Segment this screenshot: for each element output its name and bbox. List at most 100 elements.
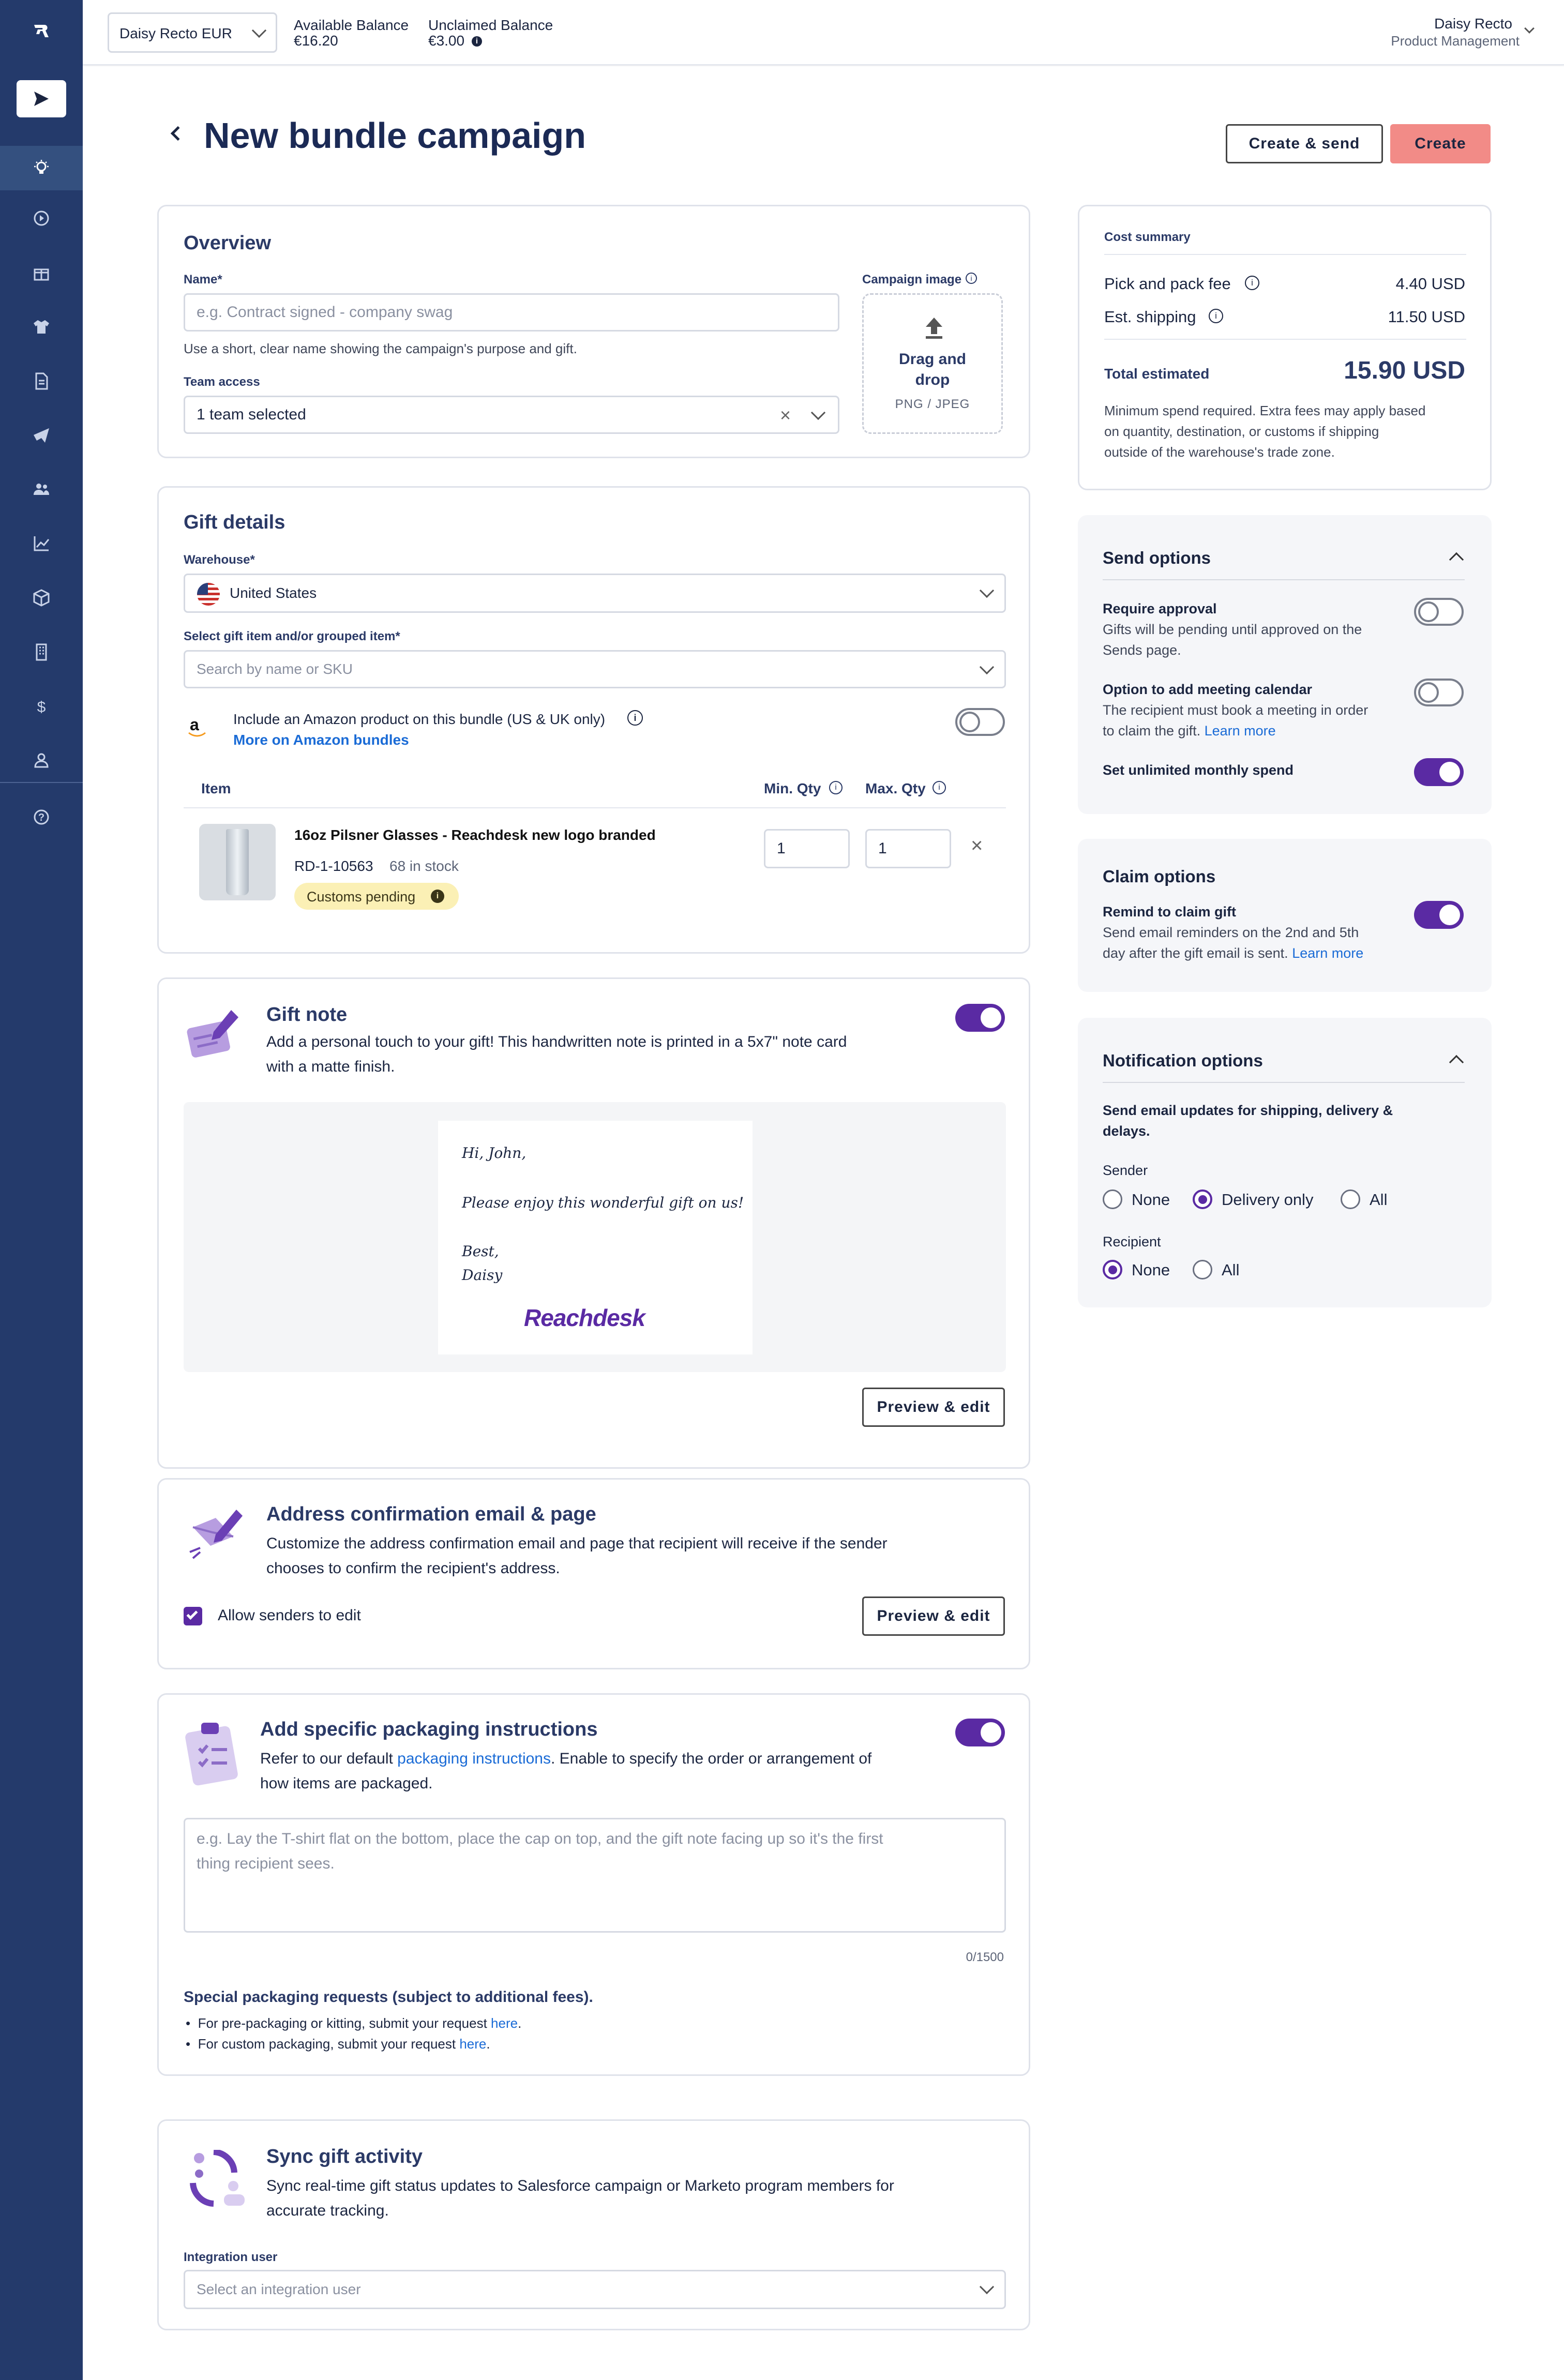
sidebar: $ ? — [0, 0, 83, 2380]
allow-edit-checkbox[interactable] — [184, 1607, 202, 1625]
create-button[interactable]: Create — [1390, 124, 1491, 163]
learn-more-link[interactable]: Learn more — [1292, 945, 1363, 961]
info-icon[interactable]: i — [933, 781, 946, 794]
item-sku: RD-1-10563 — [294, 858, 373, 874]
recipient-none-radio[interactable] — [1103, 1260, 1122, 1279]
clear-icon[interactable]: × — [780, 404, 791, 426]
sidebar-item-budget[interactable]: $ — [26, 691, 57, 722]
sender-none-radio[interactable] — [1103, 1189, 1122, 1209]
divider — [1103, 1082, 1465, 1083]
user-name[interactable]: Daisy Recto — [1434, 16, 1512, 32]
chart-line-icon — [34, 536, 50, 551]
integration-user-select[interactable]: Select an integration user — [184, 2270, 1006, 2309]
us-flag-icon — [197, 583, 220, 606]
amazon-text: Include an Amazon product on this bundle… — [233, 711, 606, 727]
reachdesk-logo-icon[interactable] — [26, 16, 57, 47]
packaging-toggle[interactable] — [955, 1719, 1005, 1746]
sidebar-item-help[interactable]: ? — [26, 802, 57, 833]
gift-note-toggle[interactable] — [955, 1004, 1005, 1032]
sidebar-item-play[interactable] — [26, 203, 57, 234]
require-approval-toggle[interactable] — [1414, 598, 1464, 626]
amazon-toggle[interactable] — [955, 708, 1005, 736]
meeting-calendar-toggle[interactable] — [1414, 679, 1464, 706]
require-approval-desc-2: Sends page. — [1103, 642, 1181, 658]
sidebar-item-account[interactable] — [26, 745, 57, 776]
custom-packaging-here-link[interactable]: here — [459, 2036, 486, 2052]
recipient-all-radio[interactable] — [1193, 1260, 1212, 1279]
max-qty-input[interactable]: 1 — [865, 829, 951, 868]
info-icon[interactable]: i — [627, 710, 643, 726]
sidebar-item-inventory[interactable] — [26, 582, 57, 613]
sidebar-item-swag[interactable] — [26, 311, 57, 342]
require-approval-desc-1: Gifts will be pending until approved on … — [1103, 622, 1362, 637]
bullet-prepackaging: • For pre-packaging or kitting, submit y… — [186, 2015, 522, 2031]
learn-more-link[interactable]: Learn more — [1205, 723, 1276, 739]
campaign-image-dropzone[interactable]: Drag and drop PNG / JPEG — [862, 293, 1003, 434]
info-icon[interactable]: i — [829, 781, 843, 794]
warehouse-label: Warehouse* — [184, 553, 255, 567]
address-preview-button[interactable]: Preview & edit — [862, 1596, 1005, 1636]
building-icon — [36, 643, 47, 661]
remove-item-icon[interactable]: × — [971, 834, 983, 857]
sidebar-item-sends[interactable] — [26, 420, 57, 451]
info-icon[interactable]: i — [472, 36, 482, 47]
notification-options-title: Notification options — [1103, 1051, 1263, 1070]
overview-card: Overview Name* e.g. Contract signed - co… — [157, 205, 1030, 458]
account-select[interactable]: Daisy Recto EUR — [108, 12, 277, 53]
team-access-value: 1 team selected — [197, 406, 306, 423]
remind-claim-title: Remind to claim gift — [1103, 904, 1237, 920]
remind-claim-toggle[interactable] — [1414, 901, 1464, 929]
sender-all-label: All — [1370, 1191, 1388, 1209]
recipient-all-label: All — [1222, 1261, 1240, 1279]
unclaimed-balance-label: Unclaimed Balance — [428, 17, 553, 33]
recipient-label: Recipient — [1103, 1234, 1161, 1249]
packaging-card: Add specific packaging instructions Refe… — [157, 1693, 1030, 2076]
user-menu-chevron-icon[interactable] — [1524, 23, 1535, 34]
collapse-chevron-icon[interactable] — [1449, 552, 1464, 567]
sender-label: Sender — [1103, 1163, 1148, 1178]
sidebar-item-documents[interactable] — [26, 366, 57, 397]
warehouse-select[interactable]: United States — [184, 574, 1006, 613]
name-input[interactable]: e.g. Contract signed - company swag — [184, 293, 839, 332]
collapse-chevron-icon[interactable] — [1449, 1055, 1464, 1070]
cost-summary-title: Cost summary — [1104, 230, 1191, 244]
notification-desc-2: delays. — [1103, 1123, 1150, 1139]
address-title: Address confirmation email & page — [266, 1503, 596, 1525]
packaging-instructions-link[interactable]: packaging instructions — [397, 1750, 551, 1767]
team-access-select[interactable]: 1 team selected × — [184, 396, 839, 434]
sidebar-item-gifts[interactable] — [26, 257, 57, 288]
note-line-2: Please enjoy this wonderful gift on us! — [462, 1194, 744, 1211]
integration-user-placeholder: Select an integration user — [197, 2281, 361, 2297]
claim-options-card: Claim options Remind to claim gift Send … — [1078, 839, 1492, 992]
sender-all-radio[interactable] — [1341, 1189, 1360, 1209]
svg-text:$: $ — [37, 699, 46, 716]
info-icon[interactable]: i — [1209, 309, 1223, 323]
campaign-image-label: Campaign image — [862, 273, 962, 287]
amazon-bundles-link[interactable]: More on Amazon bundles — [233, 732, 409, 748]
sync-desc-1: Sync real-time gift status updates to Sa… — [266, 2177, 894, 2194]
send-options-card: Send options Require approval Gifts will… — [1078, 515, 1492, 814]
back-arrow-icon[interactable] — [166, 121, 186, 147]
paper-plane-icon — [34, 428, 49, 443]
gift-search-select[interactable]: Search by name or SKU — [184, 650, 1006, 688]
create-send-button[interactable]: Create & send — [1226, 124, 1383, 163]
gift-note-preview-button[interactable]: Preview & edit — [862, 1388, 1005, 1427]
note-line-1: Hi, John, — [462, 1144, 527, 1162]
send-arrow-icon — [34, 92, 49, 106]
sidebar-item-company[interactable] — [26, 637, 57, 668]
unclaimed-balance-value: €3.00 — [428, 33, 465, 49]
info-icon[interactable]: i — [1245, 276, 1259, 290]
dollar-icon: $ — [37, 699, 46, 716]
chevron-down-icon[interactable] — [810, 405, 826, 420]
send-nav-button[interactable] — [17, 80, 66, 117]
sync-people-icon — [190, 2150, 245, 2207]
min-qty-input[interactable]: 1 — [764, 829, 850, 868]
packaging-textarea[interactable]: e.g. Lay the T-shirt flat on the bottom,… — [184, 1818, 1006, 1933]
sidebar-item-analytics[interactable] — [26, 528, 57, 559]
sidebar-item-contacts[interactable] — [26, 474, 57, 505]
info-icon[interactable]: i — [966, 273, 977, 284]
unlimited-spend-toggle[interactable] — [1414, 758, 1464, 786]
info-icon[interactable]: i — [431, 890, 444, 903]
sender-delivery-radio[interactable] — [1193, 1189, 1212, 1209]
prepackaging-here-link[interactable]: here — [491, 2015, 518, 2031]
